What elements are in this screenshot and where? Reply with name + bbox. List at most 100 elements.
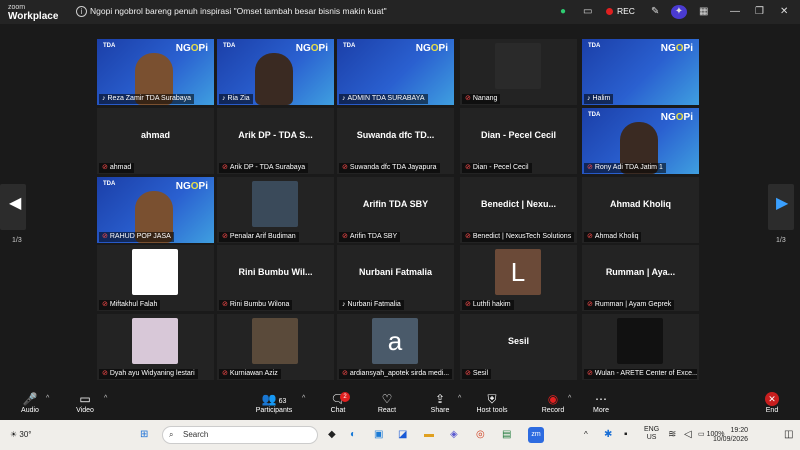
tray-chevron-icon[interactable]: ^	[584, 427, 588, 443]
language-indicator[interactable]: ENG US	[644, 426, 659, 442]
restore-icon[interactable]: ❐	[755, 5, 764, 19]
notifications-icon[interactable]: ◫	[784, 427, 793, 443]
microphone-muted-icon: ⊘	[465, 233, 471, 240]
previous-page-button[interactable]: ◀ 1/3	[0, 184, 26, 244]
close-icon[interactable]: ✕	[780, 5, 788, 19]
participant-tile[interactable]: a ⊘ ardiansyah_apotek sirda medi...	[337, 314, 454, 380]
participant-tile[interactable]: Ahmad Kholiq ⊘ Ahmad Kholiq	[582, 177, 699, 243]
microphone-muted-icon: ⊘	[465, 301, 471, 308]
excel-icon[interactable]: ▤	[502, 427, 511, 443]
volume-icon[interactable]: ◁	[684, 427, 692, 443]
participant-name: Arifin TDA SBY	[349, 233, 398, 240]
participant-tile[interactable]: TDA NGOPi ⊘ RAHUD POP JASA	[97, 177, 214, 243]
share-button[interactable]: ⇪ Share	[428, 392, 452, 414]
participant-tile[interactable]: ⊘ Dyah ayu Widyaning lestari	[97, 314, 214, 380]
devices-icon[interactable]: ▭	[583, 5, 592, 19]
recording-indicator[interactable]: REC	[606, 6, 635, 16]
participant-tile[interactable]: ⊘ Wulan - ARETE Center of Exce...	[582, 314, 699, 380]
participant-tile[interactable]: ⊘ Kurniawan Aziz	[217, 314, 334, 380]
participant-display-name: Arik DP - TDA S...	[238, 130, 313, 140]
share-caret-icon[interactable]: ^	[458, 395, 461, 402]
minimize-icon[interactable]: —	[730, 5, 740, 19]
outlook-icon[interactable]: ◪	[398, 427, 407, 443]
participant-tile[interactable]: TDA NGOPi ♪ Ria Zia	[217, 39, 334, 105]
edge-icon[interactable]: ◐	[350, 427, 356, 443]
magic-wand-icon[interactable]: ✎	[651, 5, 659, 19]
heart-icon: ♡	[381, 392, 393, 406]
more-button[interactable]: ⋯ More	[590, 392, 612, 414]
ngopi-logo-part: O	[675, 43, 684, 54]
participant-name-label: ♪ Ria Zia	[219, 94, 253, 104]
record-button[interactable]: ◉ Record	[540, 392, 566, 414]
audio-button[interactable]: 🎤 Audio	[18, 392, 42, 414]
ngopi-logo-part: Pi	[438, 43, 448, 54]
participant-tile[interactable]: Rumman | Aya... ⊘ Rumman | Ayam Geprek	[582, 245, 699, 311]
chat-button[interactable]: 🗨 2 Chat	[328, 392, 350, 414]
store-icon[interactable]: ▣	[374, 427, 383, 443]
taskbar-search[interactable]: ⌕ Search	[162, 426, 318, 444]
teams-icon[interactable]: ◈	[450, 427, 458, 443]
bluetooth-icon[interactable]: ✱	[604, 427, 612, 443]
participant-tile[interactable]: Suwanda dfc TD... ⊘ Suwanda dfc TDA Jayapu…	[337, 108, 454, 174]
wifi-icon[interactable]: ≋	[668, 427, 676, 443]
zoom-workplace-logo: zoom Workplace	[8, 3, 59, 22]
brand-bottom: Workplace	[8, 11, 59, 22]
participant-tile[interactable]: TDA NGOPi ♪ Halim	[582, 39, 699, 105]
participant-tile[interactable]: Dian - Pecel Cecil ⊘ Dian - Pecel Cecil	[460, 108, 577, 174]
file-explorer-icon[interactable]: ▬	[424, 427, 434, 443]
participant-display-name: Rumman | Aya...	[605, 267, 676, 277]
copilot-icon[interactable]: ◆	[328, 427, 336, 443]
participant-tile[interactable]: Nurbani Fatmalia ♪ Nurbani Fatmalia	[337, 245, 454, 311]
ngopi-logo-part: Pi	[318, 43, 328, 54]
end-button[interactable]: ✕ End	[762, 392, 782, 414]
participant-name-label: ⊘ Rini Bumbu Wilona	[219, 300, 293, 310]
chat-label: Chat	[330, 407, 346, 414]
ai-companion-icon[interactable]: ✦	[671, 5, 687, 19]
participant-display-name: Benedict | Nexu...	[480, 199, 557, 209]
ngopi-logo-part: NG	[175, 181, 191, 192]
participant-tile[interactable]: TDA NGOPi ⊘ Rony Adi TDA Jatim 1	[582, 108, 699, 174]
participant-name-label: ♪ Nurbani Fatmalia	[339, 300, 404, 310]
participant-tile[interactable]: ⊘ Miftakhul Falah	[97, 245, 214, 311]
participant-name-label: ⊘ Penalar Arif Budiman	[219, 232, 299, 242]
participant-tile[interactable]: ahmad ⊘ ahmad	[97, 108, 214, 174]
record-caret-icon[interactable]: ^	[568, 395, 571, 402]
participant-name-label: ⊘ Sesil	[462, 369, 492, 379]
participant-tile[interactable]: Sesil ⊘ Sesil	[460, 314, 577, 380]
participant-tile[interactable]: Rini Bumbu Wil... ⊘ Rini Bumbu Wilona	[217, 245, 334, 311]
windows-start-icon[interactable]: ⊞	[140, 427, 148, 443]
participant-tile[interactable]: Arifin TDA SBY ⊘ Arifin TDA SBY	[337, 177, 454, 243]
shield-icon[interactable]: ●	[560, 5, 566, 19]
zoom-taskbar-icon[interactable]: zm	[528, 427, 544, 443]
record-label: Record	[541, 407, 565, 414]
ngopi-logo-part: NG	[175, 43, 191, 54]
participants-button[interactable]: 👥 63 Participants	[254, 392, 294, 414]
participant-tile[interactable]: Arik DP - TDA S... ⊘ Arik DP - TDA Surabay…	[217, 108, 334, 174]
host-tools-button[interactable]: ⛨ Host tools	[474, 392, 510, 414]
microphone-muted-icon: ⊘	[222, 301, 228, 308]
search-placeholder: Search	[183, 430, 209, 439]
next-page-button[interactable]: ▶ 1/3	[768, 184, 794, 244]
audio-caret-icon[interactable]: ^	[46, 395, 49, 402]
weather-widget[interactable]: ☀ 30°	[10, 427, 32, 443]
tray-app-icon[interactable]: ▪	[624, 427, 628, 443]
video-button[interactable]: ▭ Video	[72, 392, 98, 414]
chevron-right-icon: ▶	[776, 195, 789, 212]
video-caret-icon[interactable]: ^	[104, 395, 107, 402]
participant-tile[interactable]: TDA NGOPi ♪ ADMIN TDA SURABAYA	[337, 39, 454, 105]
info-icon[interactable]: i	[76, 6, 87, 17]
participants-caret-icon[interactable]: ^	[302, 395, 305, 402]
participant-name: Kurniawan Aziz	[229, 370, 278, 377]
react-button[interactable]: ♡ React	[376, 392, 398, 414]
microphone-muted-icon: ⊘	[342, 370, 348, 377]
chrome-icon[interactable]: ◎	[476, 427, 485, 443]
participant-tile[interactable]: ⊘ Nanang	[460, 39, 577, 105]
participant-tile[interactable]: ⊘ Penalar Arif Budiman	[217, 177, 334, 243]
participant-name: Benedict | NexusTech Solutions	[472, 233, 572, 240]
grid-view-icon[interactable]: ▦	[699, 5, 708, 19]
participant-tile[interactable]: Benedict | Nexu... ⊘ Benedict | NexusTech …	[460, 177, 577, 243]
profile-picture	[132, 249, 178, 295]
taskbar-clock[interactable]: 19:20 10/09/2026	[713, 426, 748, 444]
participant-tile[interactable]: TDA NGOPi ♪ Reza Zamir TDA Surabaya	[97, 39, 214, 105]
participant-tile[interactable]: L ⊘ Luthfi hakim	[460, 245, 577, 311]
